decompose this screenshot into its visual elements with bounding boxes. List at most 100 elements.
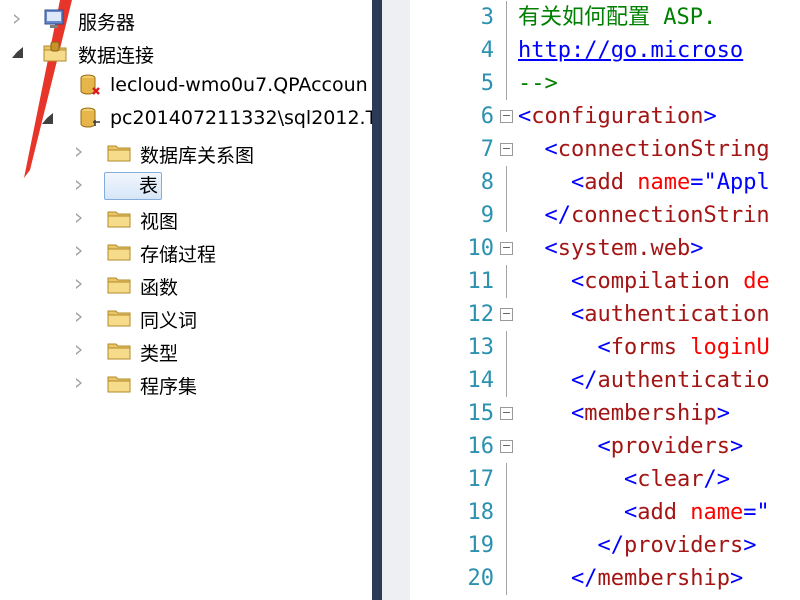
code-token: < [518,104,532,129]
collapsed-arrow-icon[interactable] [72,211,86,225]
code-token: </ [597,533,624,558]
code-line[interactable]: 17 <clear/> [410,463,800,496]
code-text: --> [518,67,558,100]
code-token: connectionString [557,137,770,162]
code-token: authenticatio [597,368,770,393]
line-number: 11 [467,269,495,294]
outline-guide [506,364,507,397]
folder-db-icon [42,40,68,64]
code-line[interactable]: 20 </membership> [410,562,800,595]
code-line[interactable]: 4 http://go.microso [410,34,800,67]
code-line[interactable]: 18 <add name=" [410,496,800,529]
code-line[interactable]: 16− <providers> [410,430,800,463]
code-text: <connectionString [518,133,770,166]
collapsed-arrow-icon[interactable] [72,277,86,291]
tree-node[interactable]: 存储过程 [0,238,372,266]
code-text: <membership> [518,397,730,430]
code-line[interactable]: 9 </connectionStrin [410,199,800,232]
tree-node[interactable]: 函数 [0,271,372,299]
code-text: <system.web> [518,232,704,265]
code-token: < [570,302,585,327]
line-number: 15 [467,401,495,426]
code-token: add [637,500,691,525]
code-token: forms [610,335,691,360]
collapse-toggle-icon[interactable]: − [500,110,513,123]
tree-node[interactable]: lecloud-wmo0u7.QPAccoun [0,72,372,98]
code-token: name [690,500,744,525]
code-token: name [637,170,691,195]
code-line[interactable]: 19 </providers> [410,529,800,562]
tree-node[interactable]: 数据库关系图 [0,139,372,167]
editor-margin [382,0,410,600]
collapsed-arrow-icon[interactable] [10,12,24,26]
code-token: loginU [690,335,770,360]
code-editor[interactable]: 3 有关如何配置 ASP. 4 http://go.microso 5 --> 6− <con… [410,0,800,600]
code-token: providers [623,533,744,558]
expanded-arrow-icon[interactable] [40,111,54,125]
code-token: > [716,401,730,426]
collapsed-arrow-icon[interactable] [72,244,86,258]
code-token: =" [690,170,717,195]
line-number: 18 [467,500,495,525]
collapsed-arrow-icon[interactable] [72,343,86,357]
collapse-toggle-icon[interactable]: − [500,308,513,321]
collapse-toggle-icon[interactable]: − [500,407,513,420]
outline-guide [506,463,507,496]
line-number: 4 [480,38,494,63]
tree-node[interactable]: 表 [0,172,372,200]
code-line[interactable]: 15− <membership> [410,397,800,430]
code-line[interactable]: 7− <connectionString [410,133,800,166]
code-line[interactable]: 8 <add name="Appl [410,166,800,199]
collapsed-arrow-icon[interactable] [72,310,86,324]
server-icon [42,7,68,31]
code-line[interactable]: 11 <compilation de [410,265,800,298]
code-line[interactable]: 6− <configuration> [410,100,800,133]
line-number: 5 [480,71,494,96]
tree-node[interactable]: 程序集 [0,370,372,398]
folder-icon [106,338,132,362]
tree-node[interactable]: 视图 [0,205,372,233]
folder-icon [106,206,132,230]
tree-node[interactable]: 服务器 [0,6,372,34]
code-line[interactable]: 10− <system.web> [410,232,800,265]
outline-guide [506,496,507,529]
code-token: clear [637,467,704,492]
tree-node[interactable]: 数据连接 [0,39,372,67]
code-token: < [570,170,585,195]
code-line[interactable]: 13 <forms loginU [410,331,800,364]
line-number: 14 [467,368,495,393]
tree-node-label: 函数 [140,277,179,299]
collapsed-arrow-icon[interactable] [72,178,86,192]
collapsed-arrow-icon[interactable] [72,145,86,159]
code-text: <forms loginU [518,331,770,364]
line-number: 8 [480,170,494,195]
code-line[interactable]: 5 --> [410,67,800,100]
tree-node[interactable]: pc201407211332\sql2012.T [0,105,372,131]
line-number: 20 [467,566,495,591]
collapse-toggle-icon[interactable]: − [500,440,513,453]
expanded-arrow-icon[interactable] [10,45,24,59]
code-line[interactable]: 14 </authenticatio [410,364,800,397]
line-number: 9 [480,203,494,228]
collapse-toggle-icon[interactable]: − [500,143,513,156]
code-text: <configuration> [518,100,717,133]
code-token: system.web [557,236,691,261]
collapse-toggle-icon[interactable]: − [500,242,513,255]
line-number: 7 [480,137,494,162]
collapsed-arrow-icon[interactable] [72,376,86,390]
pane-splitter[interactable] [372,0,382,600]
code-line[interactable]: 12− <authentication [410,298,800,331]
code-text: <providers> [518,430,743,463]
tree-node[interactable]: 类型 [0,337,372,365]
code-line[interactable]: 3 有关如何配置 ASP. [410,1,800,34]
tree-node[interactable]: 同义词 [0,304,372,332]
code-token: membership [584,401,717,426]
tree-node-label: 同义词 [140,310,198,332]
database-connected-icon [78,106,104,130]
